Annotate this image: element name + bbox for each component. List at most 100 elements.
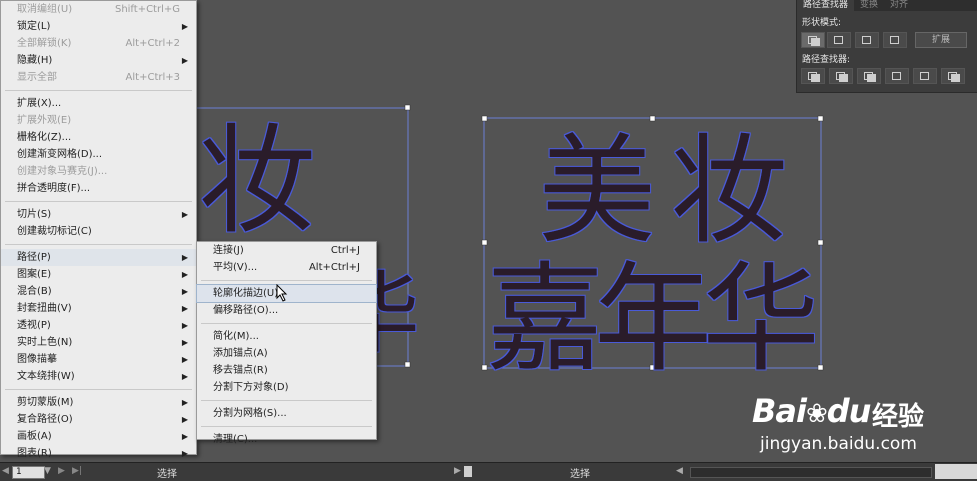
submenu-arrow-icon: ▶ — [181, 355, 188, 364]
unite-icon-b — [811, 38, 820, 46]
handle[interactable] — [404, 104, 411, 111]
menu-item-label: 分割为网格(S)... — [213, 408, 287, 419]
object-menu-item[interactable]: 扩展外观(E) — [1, 112, 196, 129]
nav-first-icon[interactable]: ◀ — [2, 466, 9, 476]
object-menu-item[interactable]: 锁定(L) ▶ — [1, 18, 196, 35]
object-menu-item[interactable]: 混合(B) ▶ — [1, 283, 196, 300]
right-art-line2: 嘉年华 — [486, 250, 820, 388]
object-menu-item[interactable]: 显示全部 Alt+Ctrl+3 — [1, 69, 196, 86]
mouse-cursor-icon — [276, 284, 288, 302]
menu-item-label: 复合路径(O) — [17, 414, 73, 425]
menu-separator — [5, 201, 192, 202]
minus-back-button[interactable] — [941, 68, 965, 84]
menu-item-label: 简化(M)... — [213, 331, 259, 342]
object-menu-item[interactable]: 封套扭曲(V) ▶ — [1, 300, 196, 317]
menu-item-label: 取消编组(U) — [17, 4, 73, 15]
object-menu-item[interactable]: 全部解锁(K) Alt+Ctrl+2 — [1, 35, 196, 52]
submenu-arrow-icon: ▶ — [181, 270, 188, 279]
menu-item-label: 图表(R) — [17, 448, 52, 459]
menu-item-label: 锁定(L) — [17, 21, 51, 32]
object-menu-item[interactable]: 取消编组(U) Shift+Ctrl+G — [1, 1, 196, 18]
divide-button[interactable] — [801, 68, 825, 84]
object-menu-item[interactable]: 图案(E) ▶ — [1, 266, 196, 283]
object-menu-item[interactable]: 路径(P) ▶ — [1, 249, 196, 266]
object-menu-item[interactable]: 图表(R) ▶ — [1, 445, 196, 462]
path-submenu-item[interactable]: 偏移路径(O)... — [197, 302, 376, 319]
path-submenu-item[interactable]: 分割为网格(S)... — [197, 405, 376, 422]
path-submenu-item[interactable]: 分割下方对象(D) — [197, 379, 376, 396]
scroll-left-icon[interactable]: ◀ — [676, 466, 683, 476]
object-menu-item[interactable]: 隐藏(H) ▶ — [1, 52, 196, 69]
nav-next-icon[interactable]: ▶ — [58, 466, 65, 476]
object-menu-item[interactable]: 复合路径(O) ▶ — [1, 411, 196, 428]
minus-front-button[interactable] — [827, 32, 851, 48]
submenu-arrow-icon: ▶ — [181, 304, 188, 313]
object-menu-item[interactable]: 创建渐变网格(D)... — [1, 146, 196, 163]
menu-item-label: 连接(J) — [213, 245, 244, 256]
trim-button[interactable] — [829, 68, 853, 84]
outline-button[interactable] — [913, 68, 937, 84]
menu-separator — [5, 389, 192, 390]
path-submenu-item[interactable]: 添加锚点(A) — [197, 345, 376, 362]
object-menu-item[interactable]: 画板(A) ▶ — [1, 428, 196, 445]
path-submenu-item[interactable]: 简化(M)... — [197, 328, 376, 345]
menu-item-label: 平均(V)... — [213, 262, 258, 273]
outline-icon — [920, 72, 929, 80]
baidu-brand: Bai — [752, 392, 807, 430]
object-menu-item[interactable]: 切片(S) ▶ — [1, 206, 196, 223]
object-menu-item[interactable]: 创建裁切标记(C) — [1, 223, 196, 240]
artboard-dropdown-icon[interactable]: ▼ — [44, 466, 51, 476]
menu-item-shortcut: Shift+Ctrl+G — [114, 4, 180, 15]
left-art-text: 妆 — [198, 112, 316, 250]
tab-transform[interactable]: 变换 — [854, 0, 884, 11]
exclude-button[interactable] — [883, 32, 907, 48]
object-menu-item[interactable]: 剪切蒙版(M) ▶ — [1, 394, 196, 411]
intersect-button[interactable] — [855, 32, 879, 48]
object-menu-item[interactable]: 拼合透明度(F)... — [1, 180, 196, 197]
pathfinders-label: 路径查找器: — [802, 55, 851, 65]
unite-button[interactable] — [801, 32, 825, 48]
menu-item-shortcut: Alt+Ctrl+2 — [125, 38, 180, 49]
object-menu-item[interactable]: 扩展(X)... — [1, 95, 196, 112]
tab-pathfinder[interactable]: 路径查找器 — [797, 0, 855, 11]
baidu-brand-2: du — [826, 392, 872, 430]
horizontal-scrollbar[interactable] — [690, 467, 932, 478]
path-submenu-item[interactable]: 移去锚点(R) — [197, 362, 376, 379]
menu-separator — [5, 90, 192, 91]
menu-item-shortcut: Alt+Ctrl+J — [308, 262, 360, 273]
baidu-logo: Bai❀du — [752, 392, 872, 430]
menu-item-label: 混合(B) — [17, 286, 52, 297]
object-menu-item[interactable]: 文本绕排(W) ▶ — [1, 368, 196, 385]
tab-align[interactable]: 对齐 — [884, 0, 914, 11]
object-menu-item[interactable]: 图像描摹 ▶ — [1, 351, 196, 368]
minus-front-icon — [834, 36, 843, 44]
path-submenu-item[interactable]: 连接(J) Ctrl+J — [197, 242, 376, 259]
object-menu-item[interactable]: 创建对象马赛克(J)... — [1, 163, 196, 180]
submenu-arrow-icon: ▶ — [181, 321, 188, 330]
menu-item-label: 栅格化(Z)... — [17, 132, 72, 143]
menu-item-label: 文本绕排(W) — [17, 371, 75, 382]
menu-item-shortcut: Ctrl+J — [330, 245, 360, 256]
menu-item-label: 清理(C)... — [213, 434, 258, 445]
artboard-number-field[interactable]: 1 — [12, 466, 45, 479]
panel-tabs: 路径查找器 变换 对齐 — [797, 0, 977, 11]
minus-back-icon-b — [951, 74, 960, 82]
crop-button[interactable] — [885, 68, 909, 84]
path-submenu-item[interactable]: 平均(V)... Alt+Ctrl+J — [197, 259, 376, 276]
menu-separator — [201, 400, 372, 401]
divide-icon-b — [811, 74, 820, 82]
nav-last-icon[interactable]: ▶| — [72, 466, 82, 476]
expand-button[interactable]: 扩展 — [915, 32, 967, 48]
submenu-arrow-icon: ▶ — [181, 398, 188, 407]
menu-item-shortcut: Alt+Ctrl+3 — [125, 72, 180, 83]
path-submenu-item[interactable]: 清理(C)... — [197, 431, 376, 448]
status-menu-icon[interactable]: ▶ — [454, 466, 461, 476]
object-menu-item[interactable]: 实时上色(N) ▶ — [1, 334, 196, 351]
submenu-arrow-icon: ▶ — [181, 372, 188, 381]
menu-item-label: 隐藏(H) — [17, 55, 53, 66]
object-menu: 取消编组(U) Shift+Ctrl+G 锁定(L) ▶ 全部解锁(K) Alt+Ctrl… — [0, 0, 197, 459]
object-menu-item[interactable]: 透视(P) ▶ — [1, 317, 196, 334]
merge-button[interactable] — [857, 68, 881, 84]
object-menu-item[interactable]: 栅格化(Z)... — [1, 129, 196, 146]
status-scroll-thumb[interactable] — [464, 466, 472, 477]
